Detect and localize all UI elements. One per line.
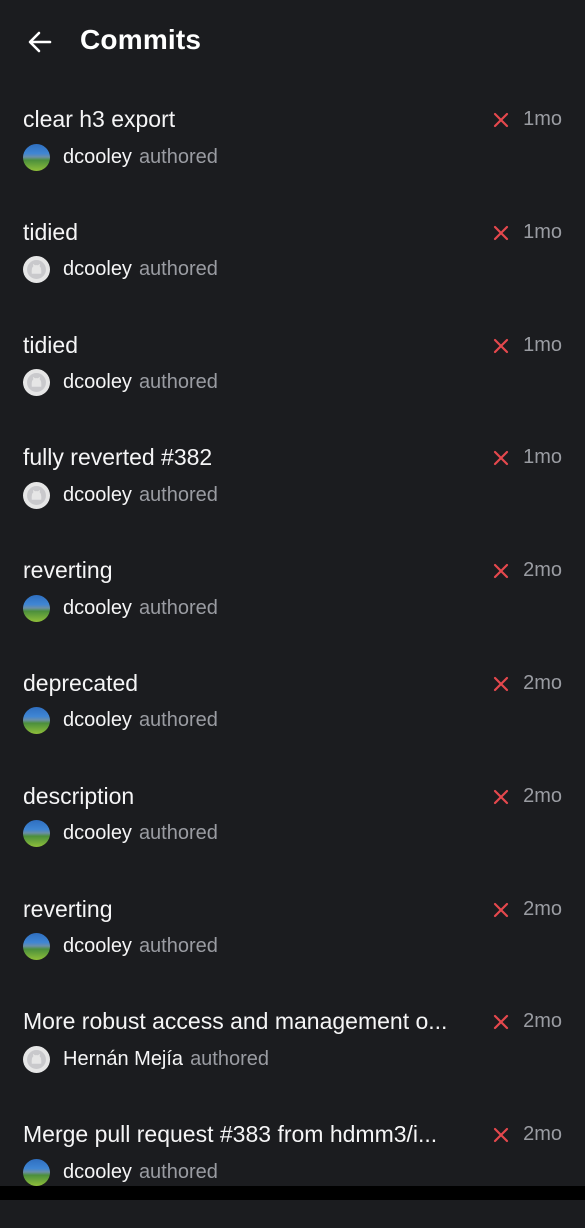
commit-item[interactable]: tidied 1mo dcooley authored xyxy=(0,213,585,326)
avatar xyxy=(23,369,50,397)
commit-age: 1mo xyxy=(523,333,562,356)
x-icon xyxy=(493,676,509,692)
author-name: dcooley xyxy=(63,371,132,394)
commit-message: reverting xyxy=(23,557,113,584)
author-name: dcooley xyxy=(63,1160,132,1183)
author-name: dcooley xyxy=(63,145,132,168)
commit-item[interactable]: fully reverted #382 1mo dcooley authored xyxy=(0,438,585,551)
x-icon xyxy=(493,564,509,579)
commit-age: 2mo xyxy=(523,784,562,807)
commit-age: 2mo xyxy=(523,897,562,920)
github-icon xyxy=(27,485,46,505)
commit-message: description xyxy=(23,782,135,809)
page-title: Commits xyxy=(80,24,202,55)
commit-age: 2mo xyxy=(523,1010,562,1033)
author-role: authored xyxy=(138,483,218,506)
author-row: dcooley authored xyxy=(23,594,218,622)
commit-item[interactable]: More robust access and management o... 2… xyxy=(0,1002,585,1115)
x-icon xyxy=(493,225,509,240)
commit-item[interactable]: description 2mo dcooley authored xyxy=(0,777,585,890)
author-row: Hernán Mejía authored xyxy=(23,1045,269,1073)
commit-item[interactable]: reverting 2mo dcooley authored xyxy=(0,551,585,664)
commit-message: fully reverted #382 xyxy=(23,444,213,471)
author-name: Hernán Mejía xyxy=(63,1047,184,1070)
avatar xyxy=(23,1158,50,1186)
commit-age: 2mo xyxy=(523,1123,562,1146)
commit-message: tidied xyxy=(23,218,78,245)
commit-age: 2mo xyxy=(523,559,562,582)
commit-age: 1mo xyxy=(523,446,562,469)
author-name: dcooley xyxy=(63,483,132,506)
avatar xyxy=(23,707,50,735)
author-role: authored xyxy=(138,596,218,619)
commit-message: Merge pull request #383 from hdmm3/i... xyxy=(23,1121,438,1148)
x-icon xyxy=(493,1015,509,1030)
author-role: authored xyxy=(138,258,218,281)
commit-age: 1mo xyxy=(523,220,562,243)
author-name: dcooley xyxy=(63,258,132,281)
app-header: Commits xyxy=(0,0,585,84)
avatar xyxy=(23,820,50,848)
arrow-left-icon xyxy=(28,31,52,53)
author-row: dcooley authored xyxy=(23,369,218,397)
author-role: authored xyxy=(138,145,218,168)
author-name: dcooley xyxy=(63,935,132,958)
author-role: authored xyxy=(190,1047,270,1070)
author-row: dcooley authored xyxy=(23,1158,218,1186)
github-icon xyxy=(27,1049,46,1069)
commit-item[interactable]: tidied 1mo dcooley authored xyxy=(0,326,585,439)
x-icon xyxy=(493,789,509,804)
x-icon xyxy=(493,1128,509,1143)
commit-message: clear h3 export xyxy=(23,106,176,132)
commit-message: More robust access and management o... xyxy=(23,1008,448,1035)
avatar xyxy=(23,481,50,509)
commit-item[interactable]: Merge pull request #383 from hdmm3/i... … xyxy=(0,1115,585,1228)
commit-age: 2mo xyxy=(523,671,562,694)
author-name: dcooley xyxy=(63,709,132,732)
author-row: dcooley authored xyxy=(23,143,218,171)
commit-message: reverting xyxy=(23,895,113,922)
github-icon xyxy=(27,373,46,393)
avatar xyxy=(23,933,50,961)
commit-item[interactable]: reverting 2mo dcooley authored xyxy=(0,890,585,1003)
commit-age: 1mo xyxy=(523,108,562,130)
author-role: authored xyxy=(138,935,218,958)
x-icon xyxy=(493,112,509,128)
author-role: authored xyxy=(138,1160,218,1183)
author-role: authored xyxy=(138,822,218,845)
avatar xyxy=(23,143,50,171)
github-icon xyxy=(27,260,46,280)
x-icon xyxy=(493,338,509,353)
avatar xyxy=(23,594,50,622)
x-icon xyxy=(493,451,509,466)
author-row: dcooley authored xyxy=(23,933,218,961)
avatar xyxy=(23,256,50,284)
author-row: dcooley authored xyxy=(23,820,218,848)
back-button[interactable] xyxy=(24,26,56,58)
commit-list: clear h3 export 1mo dcooley authored tid… xyxy=(0,100,585,1228)
commit-item[interactable]: clear h3 export 1mo dcooley authored xyxy=(0,100,585,213)
commit-item[interactable]: deprecated 2mo dcooley authored xyxy=(0,664,585,777)
commit-message: tidied xyxy=(23,331,78,358)
author-role: authored xyxy=(138,709,218,732)
author-role: authored xyxy=(138,371,218,394)
bottom-edge-bar xyxy=(0,1186,585,1200)
author-row: dcooley authored xyxy=(23,481,218,509)
avatar xyxy=(23,1045,50,1073)
author-row: dcooley authored xyxy=(23,256,218,284)
x-icon xyxy=(493,902,509,917)
commit-message: deprecated xyxy=(23,669,139,696)
author-row: dcooley authored xyxy=(23,707,218,735)
author-name: dcooley xyxy=(63,822,132,845)
author-name: dcooley xyxy=(63,596,132,619)
